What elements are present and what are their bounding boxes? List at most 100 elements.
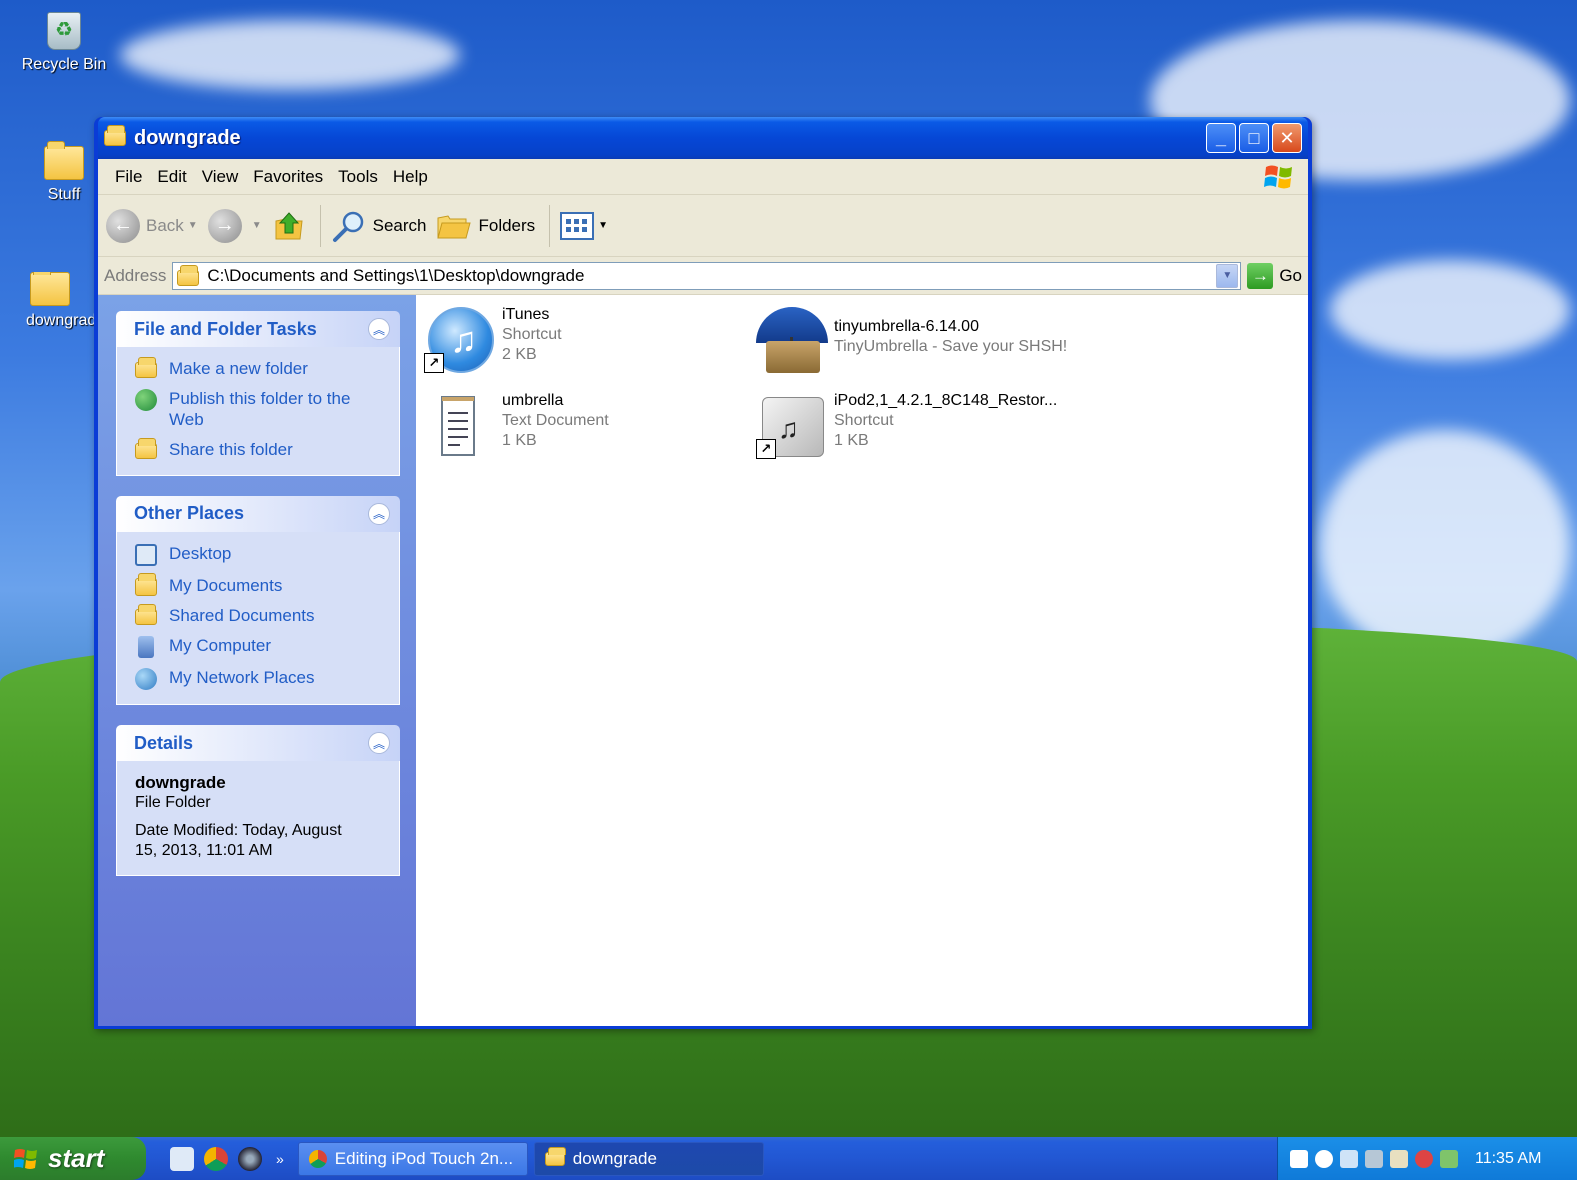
address-field[interactable]: C:\Documents and Settings\1\Desktop\down…: [172, 261, 1242, 290]
forward-dropdown-icon[interactable]: ▼: [252, 220, 262, 231]
chrome-icon[interactable]: [204, 1146, 228, 1171]
toolbar: ← Back ▼ → ▼ Search Folders ▼: [98, 195, 1308, 257]
place-my-network-places[interactable]: My Network Places: [135, 668, 389, 691]
place-desktop[interactable]: Desktop: [135, 543, 389, 566]
address-dropdown-button[interactable]: ▼: [1216, 263, 1239, 288]
task-share-folder[interactable]: Share this folder: [135, 438, 389, 460]
network-icon[interactable]: [1365, 1149, 1383, 1168]
toolbar-separator: [319, 204, 321, 247]
desktop-icon-label: Recycle Bin: [21, 56, 107, 73]
tinyumbrella-icon: [756, 307, 828, 379]
file-type: Text Document: [502, 412, 609, 429]
place-my-computer[interactable]: My Computer: [135, 636, 389, 659]
panel-header[interactable]: File and Folder Tasks ︽: [116, 311, 400, 347]
minimize-button[interactable]: _: [1206, 123, 1236, 153]
close-button[interactable]: ✕: [1272, 123, 1302, 153]
menu-view[interactable]: View: [197, 167, 249, 187]
quick-launch-more-icon[interactable]: »: [276, 1151, 284, 1167]
file-type: Shortcut: [502, 326, 562, 343]
window-body: File and Folder Tasks ︽ Make a new folde…: [98, 295, 1308, 1026]
desktop-shortcut-icon[interactable]: [170, 1146, 194, 1171]
menu-bar: File Edit View Favorites Tools Help: [98, 159, 1308, 195]
start-button[interactable]: start: [0, 1137, 146, 1180]
file-meta: iTunes Shortcut 2 KB: [502, 305, 562, 377]
sky-cloud: [1330, 260, 1570, 360]
new-folder-icon: [135, 357, 157, 378]
file-meta: iPod2,1_4.2.1_8C148_Restor... Shortcut 1…: [834, 391, 1057, 463]
toolbar-separator: [549, 204, 551, 247]
up-folder-button[interactable]: [272, 209, 306, 243]
desktop-icon-label: downgrad: [26, 312, 94, 329]
tray-collapse-icon[interactable]: [1315, 1149, 1333, 1168]
task-publish-folder[interactable]: Publish this folder to the Web: [135, 389, 389, 430]
menu-file[interactable]: File: [110, 167, 152, 187]
help-icon[interactable]: [1290, 1149, 1308, 1168]
file-item-umbrella[interactable]: umbrella Text Document 1 KB: [424, 391, 609, 463]
forward-button[interactable]: → ▼: [207, 208, 262, 243]
taskbar-button-chrome[interactable]: Editing iPod Touch 2n...: [297, 1141, 528, 1176]
details-panel: Details ︽ downgrade File Folder Date Mod…: [116, 725, 400, 877]
quick-launch: »: [170, 1146, 298, 1171]
globe-publish-icon: [135, 389, 157, 412]
back-dropdown-icon[interactable]: ▼: [188, 220, 198, 231]
folder-icon: [30, 272, 70, 306]
file-description: TinyUmbrella - Save your SHSH!: [834, 338, 1068, 355]
desktop-icon-recycle-bin[interactable]: Recycle Bin: [14, 12, 114, 74]
my-computer-icon: [138, 636, 154, 659]
folder-icon: [44, 141, 84, 180]
my-documents-icon: [135, 572, 157, 596]
collapse-icon[interactable]: ︽: [368, 318, 390, 340]
file-item-itunes[interactable]: ♫ ↗ iTunes Shortcut 2 KB: [424, 305, 562, 377]
taskbar-button-downgrade[interactable]: downgrade: [533, 1141, 764, 1176]
folders-button[interactable]: Folders: [436, 210, 535, 242]
shortcut-arrow-icon: ↗: [424, 353, 444, 373]
search-button[interactable]: Search: [331, 209, 426, 243]
place-label: My Network Places: [169, 668, 315, 688]
text-document-icon: [424, 391, 496, 463]
panel-title: Details: [134, 732, 194, 753]
address-path: C:\Documents and Settings\1\Desktop\down…: [207, 265, 585, 285]
folder-icon: [177, 264, 200, 286]
menu-tools[interactable]: Tools: [333, 167, 388, 187]
collapse-icon[interactable]: ︽: [368, 732, 390, 755]
clock: 11:35 AM: [1475, 1149, 1542, 1167]
task-make-new-folder[interactable]: Make a new folder: [135, 357, 389, 379]
desktop-icon: [135, 543, 157, 566]
place-shared-documents[interactable]: Shared Documents: [135, 603, 389, 626]
system-tray: 11:35 AM: [1277, 1137, 1577, 1180]
taskbar-button-label: downgrade: [572, 1148, 657, 1168]
explorer-window: downgrade _ □ ✕ File Edit View Favorites…: [94, 117, 1312, 1029]
taskbar: start » Editing iPod Touch 2n... downgra…: [0, 1137, 1577, 1180]
safely-remove-icon[interactable]: [1440, 1149, 1458, 1168]
details-name: downgrade: [135, 773, 226, 793]
chrome-icon: [308, 1149, 327, 1168]
menu-favorites[interactable]: Favorites: [248, 167, 333, 187]
wireless-icon[interactable]: [1340, 1149, 1358, 1168]
go-button[interactable]: → Go: [1247, 262, 1302, 289]
place-my-documents[interactable]: My Documents: [135, 572, 389, 596]
folders-label: Folders: [478, 215, 536, 235]
maximize-icon: □: [1248, 127, 1260, 148]
other-places-panel: Other Places ︽ Desktop My Documents Shar…: [116, 495, 400, 706]
panel-header[interactable]: Details ︽: [116, 725, 400, 762]
menu-help[interactable]: Help: [388, 167, 438, 187]
details-modified: Date Modified: Today, August 15, 2013, 1…: [135, 822, 342, 860]
file-size: 1 KB: [502, 432, 537, 449]
back-button[interactable]: ← Back ▼: [106, 208, 198, 243]
file-meta: tinyumbrella-6.14.00 TinyUmbrella - Save…: [834, 317, 1067, 379]
address-label: Address: [104, 265, 167, 285]
file-item-tinyumbrella[interactable]: tinyumbrella-6.14.00 TinyUmbrella - Save…: [756, 307, 1067, 379]
maximize-button[interactable]: □: [1239, 123, 1269, 153]
desktop-icon-downgrade[interactable]: downgrad: [6, 272, 94, 330]
title-bar[interactable]: downgrade _ □ ✕: [98, 117, 1308, 159]
media-player-icon[interactable]: [238, 1146, 262, 1171]
views-button[interactable]: ▼: [560, 211, 608, 240]
recycle-bin-icon: [47, 12, 81, 50]
security-icon[interactable]: [1390, 1149, 1408, 1168]
collapse-icon[interactable]: ︽: [368, 502, 390, 525]
menu-edit[interactable]: Edit: [152, 167, 196, 187]
antivirus-icon[interactable]: [1415, 1149, 1433, 1168]
panel-header[interactable]: Other Places ︽: [116, 495, 400, 532]
file-item-ipod-restore[interactable]: ♫ ↗ iPod2,1_4.2.1_8C148_Restor... Shortc…: [756, 391, 1057, 463]
views-dropdown-icon[interactable]: ▼: [598, 220, 608, 231]
